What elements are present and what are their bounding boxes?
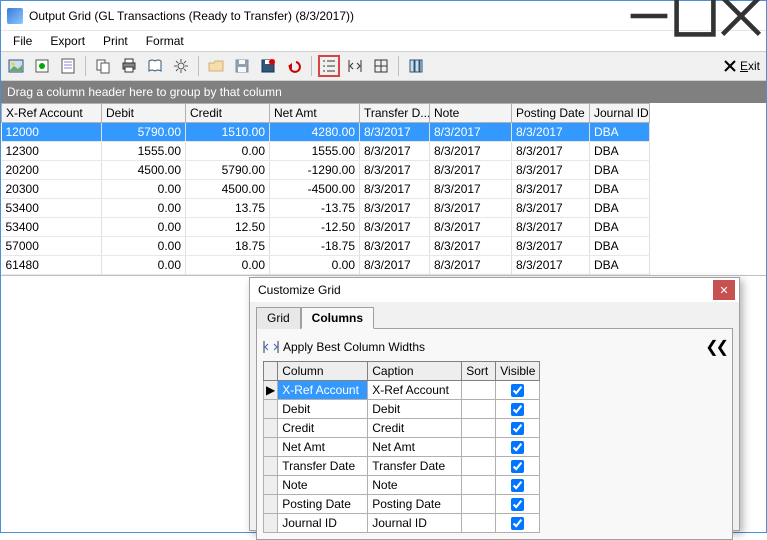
table-row[interactable]: 203000.004500.00-4500.008/3/20178/3/2017… <box>2 180 650 199</box>
visible-checkbox[interactable] <box>511 460 524 473</box>
visible-checkbox[interactable] <box>511 479 524 492</box>
dialog-titlebar: Customize Grid ✕ <box>250 278 739 302</box>
visible-checkbox[interactable] <box>511 403 524 416</box>
columns-table[interactable]: Column Caption Sort Visible ▶X-Ref Accou… <box>263 361 540 533</box>
grid-header-row: X-Ref Account Debit Credit Net Amt Trans… <box>2 104 650 123</box>
hdr-sort[interactable]: Sort <box>462 362 496 381</box>
visible-checkbox[interactable] <box>511 498 524 511</box>
apply-best-widths-button[interactable]: Apply Best Column Widths <box>263 340 425 354</box>
column-row[interactable]: CreditCredit <box>264 419 540 438</box>
dialog-tabs: Grid Columns <box>250 302 739 328</box>
window-title: Output Grid (GL Transactions (Ready to T… <box>29 9 626 23</box>
titlebar: Output Grid (GL Transactions (Ready to T… <box>1 1 766 31</box>
record-icon[interactable] <box>31 55 53 77</box>
undo-icon[interactable] <box>283 55 305 77</box>
column-row[interactable]: Posting DatePosting Date <box>264 495 540 514</box>
col-xref[interactable]: X-Ref Account <box>2 104 102 123</box>
menu-format[interactable]: Format <box>138 32 192 50</box>
hdr-column[interactable]: Column <box>278 362 368 381</box>
visible-checkbox[interactable] <box>511 422 524 435</box>
image-icon[interactable] <box>5 55 27 77</box>
list-view-icon[interactable] <box>318 55 340 77</box>
toolbar: Exit <box>1 51 766 81</box>
exit-button[interactable]: Exit <box>723 59 760 73</box>
customize-grid-dialog: Customize Grid ✕ Grid Columns Apply Best… <box>249 277 740 531</box>
app-icon <box>7 8 23 24</box>
group-by-header[interactable]: Drag a column header here to group by th… <box>1 81 766 103</box>
column-row[interactable]: DebitDebit <box>264 400 540 419</box>
col-net[interactable]: Net Amt <box>270 104 360 123</box>
data-grid[interactable]: X-Ref Account Debit Credit Net Amt Trans… <box>1 103 766 276</box>
table-row[interactable]: 120005790.001510.004280.008/3/20178/3/20… <box>2 123 650 142</box>
maximize-button[interactable] <box>672 2 718 30</box>
dialog-close-button[interactable]: ✕ <box>713 280 735 300</box>
visible-checkbox[interactable] <box>511 384 524 397</box>
table-row[interactable]: 202004500.005790.00-1290.008/3/20178/3/2… <box>2 161 650 180</box>
close-icon <box>723 59 737 73</box>
app-window: Output Grid (GL Transactions (Ready to T… <box>0 0 767 533</box>
dialog-title: Customize Grid <box>258 283 713 297</box>
grid-icon[interactable] <box>370 55 392 77</box>
save-as-icon[interactable] <box>257 55 279 77</box>
fit-columns-icon[interactable] <box>344 55 366 77</box>
col-jid[interactable]: Journal ID <box>590 104 650 123</box>
gear-icon[interactable] <box>170 55 192 77</box>
col-note[interactable]: Note <box>430 104 512 123</box>
table-row[interactable]: 123001555.000.001555.008/3/20178/3/20178… <box>2 142 650 161</box>
open-icon[interactable] <box>205 55 227 77</box>
table-row[interactable]: 570000.0018.75-18.758/3/20178/3/20178/3/… <box>2 237 650 256</box>
menu-print[interactable]: Print <box>95 32 136 50</box>
col-tdate[interactable]: Transfer D... <box>360 104 430 123</box>
print-icon[interactable] <box>118 55 140 77</box>
minimize-button[interactable] <box>626 2 672 30</box>
col-debit[interactable]: Debit <box>102 104 186 123</box>
table-row[interactable]: 534000.0012.50-12.508/3/20178/3/20178/3/… <box>2 218 650 237</box>
column-row[interactable]: Journal IDJournal ID <box>264 514 540 533</box>
column-row[interactable]: Net AmtNet Amt <box>264 438 540 457</box>
visible-checkbox[interactable] <box>511 517 524 530</box>
menu-file[interactable]: File <box>5 32 40 50</box>
tab-grid[interactable]: Grid <box>256 307 301 329</box>
column-row[interactable]: Transfer DateTransfer Date <box>264 457 540 476</box>
tab-columns[interactable]: Columns <box>301 307 374 329</box>
column-row[interactable]: NoteNote <box>264 476 540 495</box>
col-credit[interactable]: Credit <box>186 104 270 123</box>
table-row[interactable]: 614800.000.000.008/3/20178/3/20178/3/201… <box>2 256 650 275</box>
collapse-arrow-icon[interactable]: ❮❮ <box>705 337 726 357</box>
visible-checkbox[interactable] <box>511 441 524 454</box>
hdr-caption[interactable]: Caption <box>368 362 462 381</box>
table-row[interactable]: 534000.0013.75-13.758/3/20178/3/20178/3/… <box>2 199 650 218</box>
form-icon[interactable] <box>57 55 79 77</box>
tab-body: Apply Best Column Widths ❮❮ Column Capti… <box>256 328 733 540</box>
column-row[interactable]: ▶X-Ref AccountX-Ref Account <box>264 381 540 400</box>
close-button[interactable] <box>718 2 764 30</box>
fit-columns-icon <box>263 340 279 354</box>
col-pdate[interactable]: Posting Date <box>512 104 590 123</box>
book-icon[interactable] <box>144 55 166 77</box>
columns-icon[interactable] <box>405 55 427 77</box>
menu-export[interactable]: Export <box>42 32 93 50</box>
copy-icon[interactable] <box>92 55 114 77</box>
save-icon[interactable] <box>231 55 253 77</box>
hdr-visible[interactable]: Visible <box>496 362 540 381</box>
